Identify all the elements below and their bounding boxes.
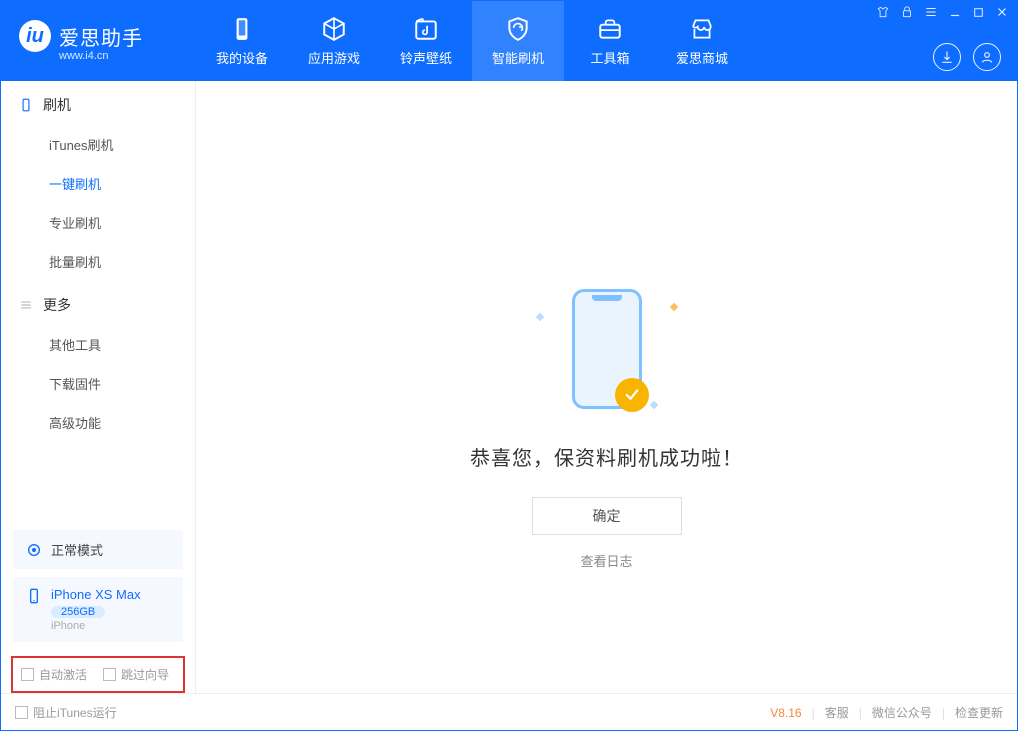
success-message: 恭喜您，保资料刷机成功啦！ xyxy=(470,442,743,471)
shield-refresh-icon xyxy=(504,16,532,42)
checkbox-skip-guide[interactable]: 跳过向导 xyxy=(103,666,169,683)
app-site: www.i4.cn xyxy=(59,50,109,62)
device-info: iPhone XS Max 256GB iPhone xyxy=(51,587,141,632)
footer: 阻止iTunes运行 V8.16 | 客服 | 微信公众号 | 检查更新 xyxy=(1,693,1017,731)
header-right xyxy=(933,43,1001,71)
header: iu 爱思助手 www.i4.cn 我的设备 应用游戏 铃声壁纸 智能刷机 工具… xyxy=(1,1,1017,81)
app-name: 爱思助手 xyxy=(59,22,143,51)
device-panel: 正常模式 iPhone XS Max 256GB iPhone xyxy=(1,530,195,650)
device-info-box[interactable]: iPhone XS Max 256GB iPhone xyxy=(13,577,183,642)
spark-icon xyxy=(649,401,657,409)
tab-apps-games[interactable]: 应用游戏 xyxy=(288,1,380,81)
list-icon xyxy=(19,298,33,312)
sidebar-item-download-firmware[interactable]: 下载固件 xyxy=(1,364,195,403)
sidebar-item-batch-flash[interactable]: 批量刷机 xyxy=(1,242,195,281)
sidebar-item-pro-flash[interactable]: 专业刷机 xyxy=(1,203,195,242)
device-type: iPhone xyxy=(51,620,141,632)
device-mode-box[interactable]: 正常模式 xyxy=(13,530,183,569)
section-title: 刷机 xyxy=(43,95,71,115)
shirt-icon[interactable] xyxy=(876,5,890,19)
tab-label: 爱思商城 xyxy=(676,48,728,67)
maximize-button[interactable] xyxy=(972,6,985,19)
sidebar-section-flash: 刷机 xyxy=(1,81,195,125)
mode-icon xyxy=(25,541,43,559)
tab-label: 应用游戏 xyxy=(308,48,360,67)
separator: | xyxy=(812,706,815,720)
logo-area: iu 爱思助手 www.i4.cn xyxy=(1,20,196,62)
ok-button[interactable]: 确定 xyxy=(532,497,682,535)
window-controls xyxy=(876,5,1009,19)
download-button[interactable] xyxy=(933,43,961,71)
check-update-link[interactable]: 检查更新 xyxy=(955,704,1003,721)
checkbox-block-itunes[interactable]: 阻止iTunes运行 xyxy=(15,704,117,721)
checkbox-label: 自动激活 xyxy=(39,666,87,683)
check-circle-icon xyxy=(615,378,649,412)
checkbox-label: 跳过向导 xyxy=(121,666,169,683)
minimize-button[interactable] xyxy=(948,5,962,19)
tab-smart-flash[interactable]: 智能刷机 xyxy=(472,1,564,81)
cube-icon xyxy=(320,16,348,42)
phone-icon xyxy=(19,98,33,112)
version-label: V8.16 xyxy=(770,706,801,720)
tab-my-device[interactable]: 我的设备 xyxy=(196,1,288,81)
sidebar-item-oneclick-flash[interactable]: 一键刷机 xyxy=(1,164,195,203)
body: 刷机 iTunes刷机 一键刷机 专业刷机 批量刷机 更多 其他工具 下载固件 … xyxy=(1,81,1017,693)
menu-icon[interactable] xyxy=(924,5,938,19)
main-tabs: 我的设备 应用游戏 铃声壁纸 智能刷机 工具箱 爱思商城 xyxy=(196,1,748,81)
footer-right: V8.16 | 客服 | 微信公众号 | 检查更新 xyxy=(770,704,1003,721)
tab-toolbox[interactable]: 工具箱 xyxy=(564,1,656,81)
device-icon xyxy=(228,16,256,42)
tab-label: 我的设备 xyxy=(216,48,268,67)
section-title: 更多 xyxy=(43,295,71,315)
tab-ringtone-wallpaper[interactable]: 铃声壁纸 xyxy=(380,1,472,81)
sidebar-item-advanced[interactable]: 高级功能 xyxy=(1,403,195,442)
app-logo-icon: iu xyxy=(19,20,51,52)
support-link[interactable]: 客服 xyxy=(825,704,849,721)
options-highlight-box: 自动激活 跳过向导 xyxy=(11,656,185,693)
sidebar-section-more: 更多 xyxy=(1,281,195,325)
separator: | xyxy=(942,706,945,720)
phone-outline-icon xyxy=(572,289,642,409)
tab-label: 智能刷机 xyxy=(492,48,544,67)
device-name: iPhone XS Max xyxy=(51,587,141,602)
store-icon xyxy=(688,16,716,42)
device-mode: 正常模式 xyxy=(51,540,103,559)
close-button[interactable] xyxy=(995,5,1009,19)
sidebar-item-itunes-flash[interactable]: iTunes刷机 xyxy=(1,125,195,164)
sidebar-item-other-tools[interactable]: 其他工具 xyxy=(1,325,195,364)
phone-notch xyxy=(592,295,622,301)
checkbox-label: 阻止iTunes运行 xyxy=(33,704,117,721)
checkbox-icon xyxy=(103,668,116,681)
tab-label: 铃声壁纸 xyxy=(400,48,452,67)
phone-device-icon xyxy=(25,587,43,605)
spark-icon xyxy=(535,313,543,321)
lock-icon[interactable] xyxy=(900,5,914,19)
main-content: 恭喜您，保资料刷机成功啦！ 确定 查看日志 xyxy=(196,81,1017,693)
wechat-link[interactable]: 微信公众号 xyxy=(872,704,932,721)
checkbox-icon xyxy=(21,668,34,681)
checkbox-auto-activate[interactable]: 自动激活 xyxy=(21,666,87,683)
spark-icon xyxy=(669,303,677,311)
separator: | xyxy=(859,706,862,720)
view-log-link[interactable]: 查看日志 xyxy=(580,551,632,570)
music-folder-icon xyxy=(412,16,440,42)
tab-store[interactable]: 爱思商城 xyxy=(656,1,748,81)
success-illustration xyxy=(527,284,687,414)
device-storage: 256GB xyxy=(51,606,105,618)
user-button[interactable] xyxy=(973,43,1001,71)
checkbox-icon xyxy=(15,706,28,719)
toolbox-icon xyxy=(596,16,624,42)
sidebar: 刷机 iTunes刷机 一键刷机 专业刷机 批量刷机 更多 其他工具 下载固件 … xyxy=(1,81,196,693)
tab-label: 工具箱 xyxy=(590,48,629,67)
